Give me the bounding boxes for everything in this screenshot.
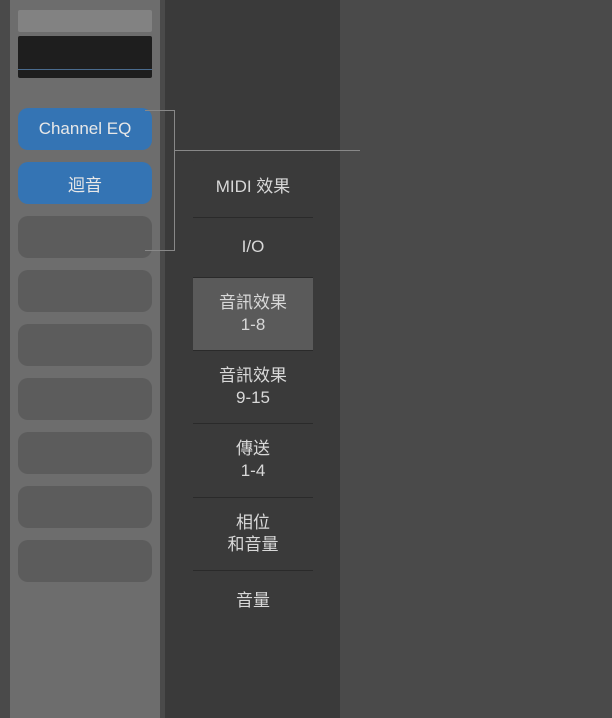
- slot-label: 迴音: [68, 171, 102, 196]
- menu-item-label: I/O: [242, 236, 265, 258]
- menu-item-label: 傳送1-4: [236, 438, 270, 482]
- menu-item-sends-1-4[interactable]: 傳送1-4: [193, 424, 313, 497]
- insert-slot-empty[interactable]: [18, 540, 152, 582]
- waveform-display[interactable]: [18, 36, 152, 78]
- menu-item-volume[interactable]: 音量: [193, 571, 313, 631]
- menu-item-audio-fx-9-15[interactable]: 音訊效果9-15: [193, 351, 313, 424]
- menu-item-label: 音訊效果9-15: [219, 365, 287, 409]
- channel-strip: Channel EQ 迴音: [10, 0, 160, 718]
- insert-slot-empty[interactable]: [18, 324, 152, 366]
- insert-slot-empty[interactable]: [18, 270, 152, 312]
- insert-slot-empty[interactable]: [18, 378, 152, 420]
- menu-item-label: 音量: [236, 590, 270, 612]
- insert-slot-empty[interactable]: [18, 432, 152, 474]
- insert-slot-empty[interactable]: [18, 486, 152, 528]
- insert-slot-channel-eq[interactable]: Channel EQ: [18, 108, 152, 150]
- menu-item-midi-fx[interactable]: MIDI 效果: [193, 158, 313, 218]
- menu-item-audio-fx-1-8[interactable]: 音訊效果1-8: [193, 278, 313, 351]
- insert-slot-empty[interactable]: [18, 216, 152, 258]
- view-popup-menu: MIDI 效果 I/O 音訊效果1-8 音訊效果9-15 傳送1-4 相位和音量…: [193, 158, 313, 631]
- menu-item-label: MIDI 效果: [216, 176, 291, 198]
- insert-slot-echo[interactable]: 迴音: [18, 162, 152, 204]
- menu-item-label: 音訊效果1-8: [219, 292, 287, 336]
- eq-thumbnail[interactable]: [18, 10, 152, 32]
- slot-label: Channel EQ: [39, 119, 132, 139]
- menu-item-io[interactable]: I/O: [193, 218, 313, 278]
- menu-item-phase-volume[interactable]: 相位和音量: [193, 498, 313, 571]
- menu-item-label: 相位和音量: [228, 512, 279, 556]
